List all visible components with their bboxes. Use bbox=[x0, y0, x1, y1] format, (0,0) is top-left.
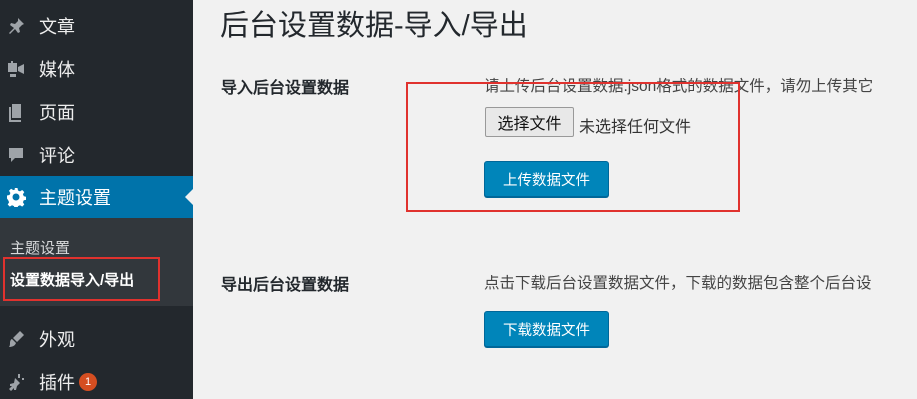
sidebar-item-plugins[interactable]: 插件 1 bbox=[0, 361, 193, 399]
sidebar-item-pages[interactable]: 页面 bbox=[0, 91, 193, 133]
active-arrow bbox=[185, 189, 193, 205]
submenu-item-theme-settings[interactable]: 主题设置 bbox=[10, 237, 70, 258]
sidebar-item-label: 页面 bbox=[39, 103, 75, 123]
sidebar-item-label: 插件 bbox=[39, 373, 75, 393]
plugin-icon bbox=[5, 371, 27, 393]
sidebar-item-label: 文章 bbox=[39, 17, 75, 37]
sidebar-item-label: 媒体 bbox=[39, 60, 75, 80]
sidebar-item-appearance[interactable]: 外观 bbox=[0, 318, 193, 360]
pin-icon bbox=[5, 15, 27, 37]
sidebar-item-theme-settings[interactable]: 主题设置 bbox=[0, 176, 193, 218]
brush-icon bbox=[5, 328, 27, 350]
highlight-box bbox=[406, 82, 740, 212]
sidebar-item-label: 外观 bbox=[39, 330, 75, 350]
highlight-box bbox=[3, 257, 160, 301]
comment-icon bbox=[5, 144, 27, 166]
page-icon bbox=[5, 101, 27, 123]
media-icon bbox=[5, 58, 27, 80]
update-count-badge: 1 bbox=[79, 373, 97, 391]
admin-sidebar: 文章 媒体 页面 评论 主题设置 主题设置 设置数据导入/导出 外观 插件 1 bbox=[0, 0, 193, 399]
download-data-button[interactable]: 下载数据文件 bbox=[484, 311, 609, 347]
export-description: 点击下载后台设置数据文件，下载的数据包含整个后台设 bbox=[484, 275, 872, 292]
sidebar-item-label: 主题设置 bbox=[39, 188, 111, 208]
export-section-label: 导出后台设置数据 bbox=[221, 277, 350, 294]
gear-icon bbox=[5, 186, 27, 208]
sidebar-item-comments[interactable]: 评论 bbox=[0, 134, 193, 176]
import-section-label: 导入后台设置数据 bbox=[221, 80, 350, 97]
page-title: 后台设置数据-导入/导出 bbox=[220, 10, 528, 42]
sidebar-item-media[interactable]: 媒体 bbox=[0, 48, 193, 90]
sidebar-item-label: 评论 bbox=[39, 146, 75, 166]
main-content: 后台设置数据-导入/导出 导入后台设置数据 请上传后台设置数据.json格式的数… bbox=[193, 0, 917, 399]
sidebar-item-posts[interactable]: 文章 bbox=[0, 5, 193, 47]
